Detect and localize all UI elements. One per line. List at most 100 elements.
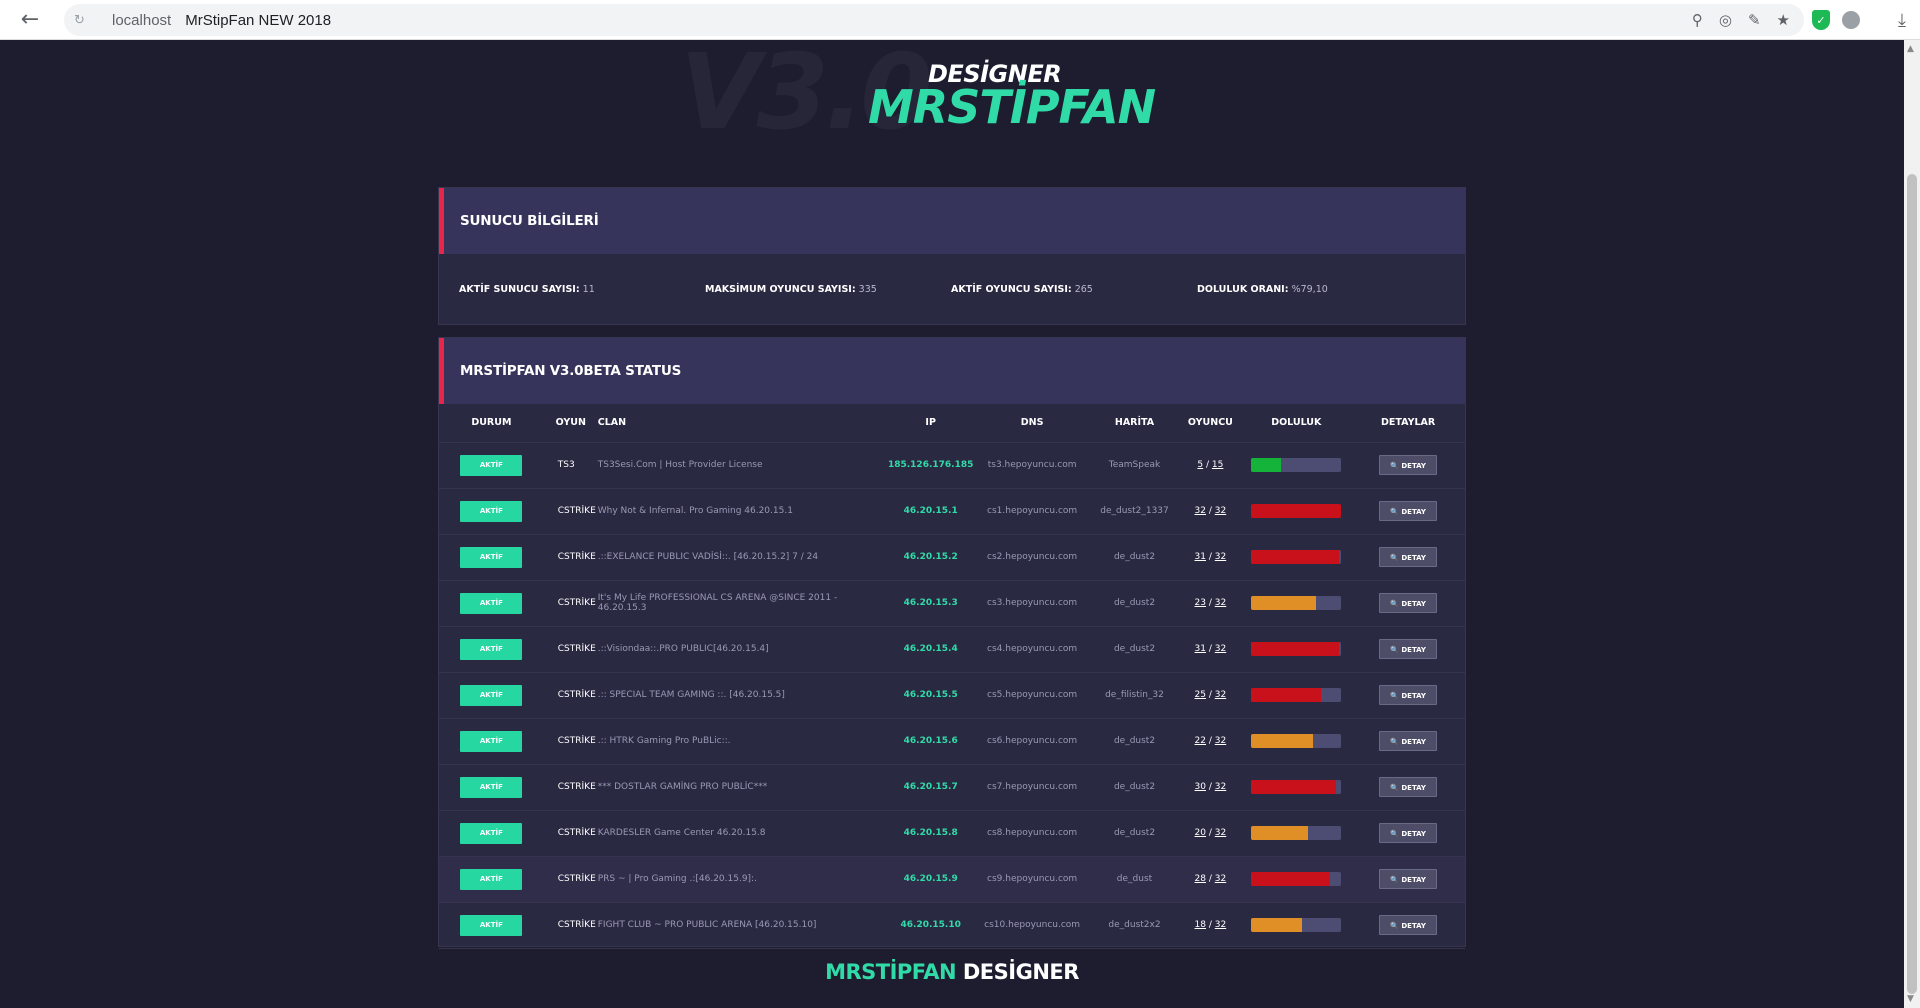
page-scrollbar[interactable]: ▲ ▼ [1904, 40, 1920, 1008]
stat-label: MAKSİMUM OYUNCU SAYISI: [705, 283, 856, 295]
detail-button[interactable]: 🔍 DETAY [1379, 869, 1438, 889]
players-max-link[interactable]: 32 [1215, 828, 1226, 838]
players-max-link[interactable]: 32 [1215, 782, 1226, 792]
scroll-up-icon[interactable]: ▲ [1907, 44, 1914, 54]
players-count-link[interactable]: 18 [1195, 920, 1206, 930]
zoom-icon[interactable]: ⚲ [1692, 11, 1703, 29]
download-icon[interactable]: ⤓ [1898, 10, 1906, 31]
status-header: MRSTİPFAN V3.0BETA STATUS [439, 338, 1465, 404]
dns-cell: cs2.hepoyuncu.com [974, 534, 1090, 581]
players-max-link[interactable]: 32 [1215, 736, 1226, 746]
server-stats: AKTİF SUNUCU SAYISI: 11 MAKSİMUM OYUNCU … [439, 254, 1465, 324]
address-bar[interactable]: ↻ localhost MrStipFan NEW 2018 ⚲ ◎ ✎ ★ [64, 4, 1804, 36]
players-cell: 20 / 32 [1179, 810, 1242, 857]
game-cell: TS3 [543, 442, 598, 489]
players-max-link[interactable]: 15 [1212, 460, 1223, 470]
players-count-link[interactable]: 28 [1195, 874, 1206, 884]
reload-icon[interactable]: ↻ [74, 13, 94, 28]
translate-icon[interactable]: ◎ [1719, 11, 1732, 29]
detail-button[interactable]: 🔍 DETAY [1379, 823, 1438, 843]
detail-cell: 🔍 DETAY [1351, 764, 1465, 811]
status-badge: AKTİF [460, 500, 523, 522]
detail-cell: 🔍 DETAY [1351, 488, 1465, 535]
status-badge: AKTİF [460, 592, 523, 614]
stat-label: DOLULUK ORANI: [1197, 283, 1289, 295]
table-row: AKTİF CSTRİKE .:: SPECIAL TEAM GAMING ::… [439, 672, 1465, 719]
server-status-table: DURUM OYUN CLAN IP DNS HARİTA OYUNCU DOL… [439, 404, 1465, 949]
status-cell: AKTİF [439, 856, 544, 903]
players-max-link[interactable]: 32 [1215, 598, 1226, 608]
scroll-thumb[interactable] [1907, 174, 1917, 994]
shield-extension-icon[interactable]: ✓ [1812, 10, 1830, 30]
clan-cell: .:: HTRK Gaming Pro PuBLic::. [597, 718, 887, 765]
ip-cell: 46.20.15.4 [886, 626, 975, 673]
players-max-link[interactable]: 32 [1215, 874, 1226, 884]
status-cell: AKTİF [439, 626, 544, 673]
players-max-link[interactable]: 32 [1215, 506, 1226, 516]
table-row: AKTİF CSTRİKE PRS ~ | Pro Gaming .:[46.2… [439, 856, 1465, 903]
occupancy-cell [1241, 902, 1352, 949]
status-badge: AKTİF [460, 776, 523, 798]
status-cell: AKTİF [439, 534, 544, 581]
players-count-link[interactable]: 30 [1195, 782, 1206, 792]
occupancy-fill [1251, 826, 1308, 840]
occupancy-fill [1251, 458, 1281, 472]
stat-active-servers: AKTİF SUNUCU SAYISI: 11 [459, 284, 705, 295]
status-cell: AKTİF [439, 718, 544, 765]
table-row: AKTİF CSTRİKE .:: HTRK Gaming Pro PuBLic… [439, 718, 1465, 765]
detail-button[interactable]: 🔍 DETAY [1379, 915, 1438, 935]
status-cell: AKTİF [439, 902, 544, 949]
players-max-link[interactable]: 32 [1215, 920, 1226, 930]
status-badge: AKTİF [460, 868, 523, 890]
browser-toolbar: ← ↻ localhost MrStipFan NEW 2018 ⚲ ◎ ✎ ★… [0, 0, 1920, 40]
site-logo: V3.0 DESİGNER MRSTİPFAN [680, 40, 1156, 160]
status-badge: AKTİF [460, 684, 523, 706]
players-max-link[interactable]: 32 [1215, 552, 1226, 562]
players-count-link[interactable]: 31 [1195, 644, 1206, 654]
detail-button[interactable]: 🔍 DETAY [1379, 501, 1438, 521]
players-count-link[interactable]: 22 [1195, 736, 1206, 746]
dns-cell: cs4.hepoyuncu.com [974, 626, 1090, 673]
players-max-link[interactable]: 32 [1215, 690, 1226, 700]
logo-name-text: MRSTİPFAN [868, 80, 1156, 134]
bookmark-star-icon[interactable]: ★ [1777, 11, 1790, 29]
stat-max-players: MAKSİMUM OYUNCU SAYISI: 335 [705, 284, 951, 295]
occupancy-cell [1241, 534, 1352, 581]
back-arrow-icon[interactable]: ← [0, 0, 60, 40]
detail-button[interactable]: 🔍 DETAY [1379, 593, 1438, 613]
detail-button[interactable]: 🔍 DETAY [1379, 639, 1438, 659]
scroll-down-icon[interactable]: ▼ [1907, 994, 1914, 1004]
ip-cell: 46.20.15.8 [886, 810, 975, 857]
game-cell: CSTRİKE [543, 626, 598, 673]
detail-button[interactable]: 🔍 DETAY [1379, 777, 1438, 797]
extension-icon[interactable]: ✎ [1748, 11, 1761, 29]
detail-button[interactable]: 🔍 DETAY [1379, 731, 1438, 751]
map-cell: de_dust [1089, 856, 1180, 903]
col-oyun: OYUN [543, 404, 598, 443]
url-host: localhost [112, 11, 172, 29]
occupancy-bar [1251, 504, 1342, 518]
globe-extension-icon[interactable] [1842, 11, 1860, 29]
detail-button[interactable]: 🔍 DETAY [1379, 455, 1438, 475]
players-count-link[interactable]: 31 [1195, 552, 1206, 562]
map-cell: de_dust2x2 [1089, 902, 1180, 949]
detail-button[interactable]: 🔍 DETAY [1379, 685, 1438, 705]
players-count-link[interactable]: 25 [1195, 690, 1206, 700]
players-count-link[interactable]: 32 [1195, 506, 1206, 516]
address-bar-icons: ⚲ ◎ ✎ ★ [1692, 4, 1790, 36]
game-cell: CSTRİKE [543, 810, 598, 857]
dns-cell: cs1.hepoyuncu.com [974, 488, 1090, 535]
table-row: AKTİF CSTRİKE It's My Life PROFESSIONAL … [439, 580, 1465, 627]
map-cell: de_dust2 [1089, 534, 1180, 581]
players-count-link[interactable]: 5 [1197, 460, 1203, 470]
occupancy-bar [1251, 642, 1342, 656]
players-count-link[interactable]: 20 [1195, 828, 1206, 838]
occupancy-bar [1251, 826, 1342, 840]
players-max-link[interactable]: 32 [1215, 644, 1226, 654]
detail-button[interactable]: 🔍 DETAY [1379, 547, 1438, 567]
clan-cell: Why Not & Infernal. Pro Gaming 46.20.15.… [597, 488, 887, 535]
players-cell: 28 / 32 [1179, 856, 1242, 903]
ip-cell: 46.20.15.3 [886, 580, 975, 627]
players-count-link[interactable]: 23 [1195, 598, 1206, 608]
table-row: AKTİF CSTRİKE FIGHT CLUB ~ PRO PUBLIC AR… [439, 902, 1465, 949]
